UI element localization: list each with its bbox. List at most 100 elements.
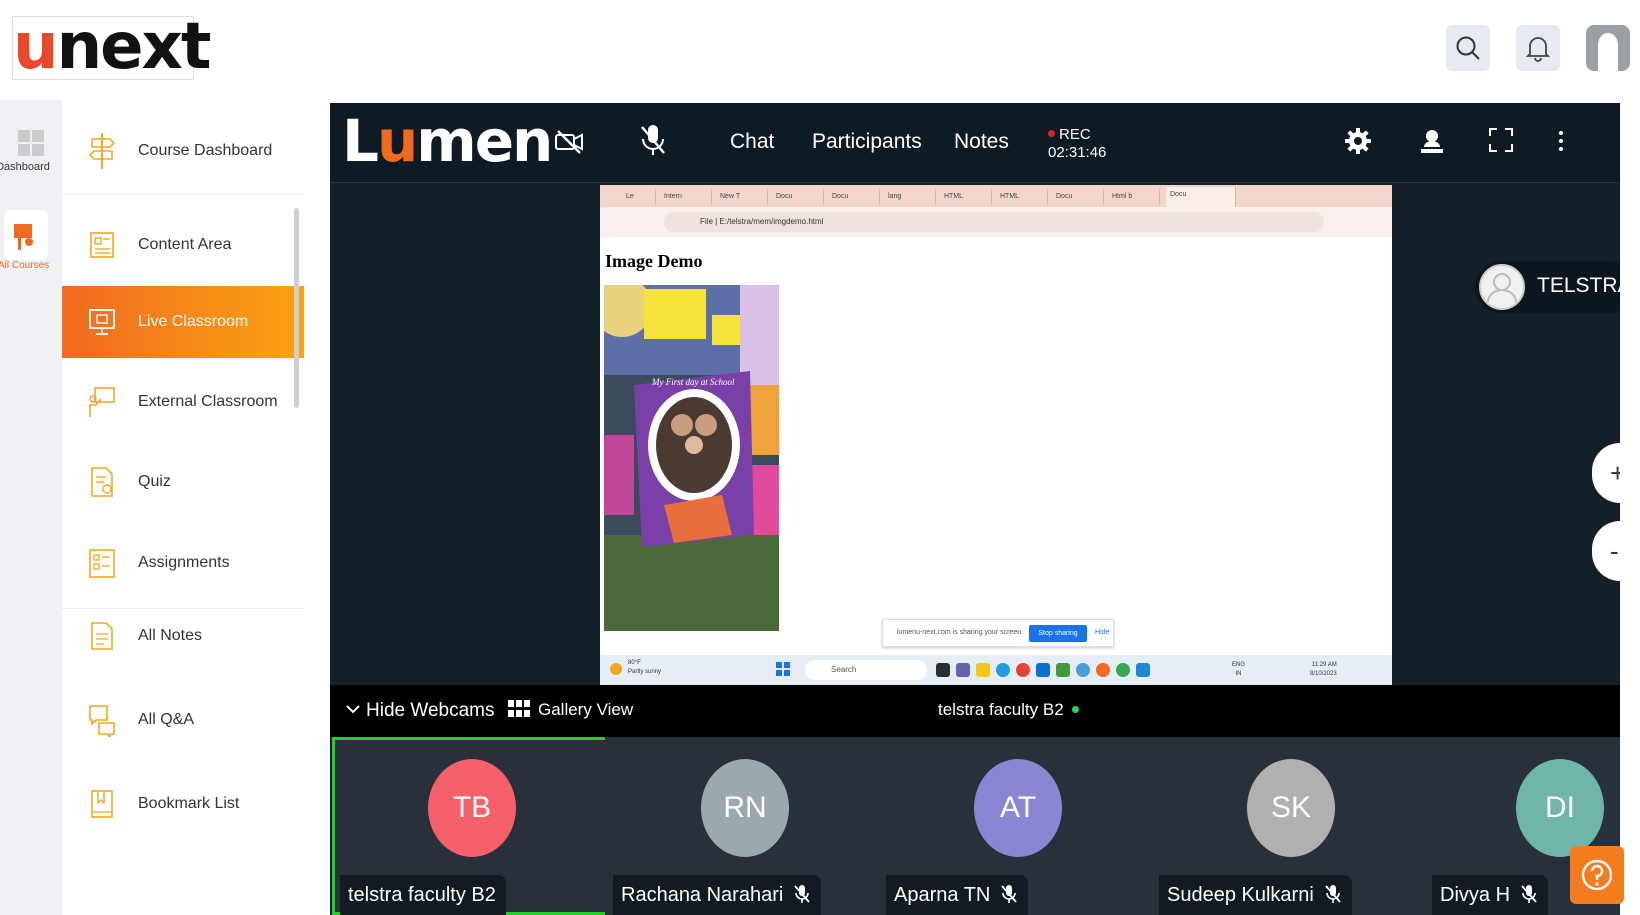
menu-live-classroom[interactable]: Live Classroom: [62, 286, 304, 358]
assignment-icon: [86, 543, 118, 583]
help-icon: [1581, 859, 1613, 891]
recording-indicator: REC 02:31:46: [1048, 126, 1107, 161]
folder-icon: [976, 663, 990, 677]
presenter-button[interactable]: [1418, 127, 1446, 160]
help-button[interactable]: [1570, 846, 1624, 904]
top-bar: unext: [0, 0, 1640, 100]
webcam-tile[interactable]: SK Sudeep Kulkarni: [1151, 737, 1431, 915]
menu-scrollbar[interactable]: [294, 208, 299, 408]
raise-hand-icon: [1421, 130, 1443, 153]
zoom-in-button[interactable]: +: [1592, 443, 1620, 503]
menu-assignments[interactable]: Assignments: [62, 527, 304, 599]
mail-icon: [1036, 663, 1050, 677]
active-speaker-label: telstra faculty B2: [938, 700, 1079, 720]
recording-timer: 02:31:46: [1048, 144, 1107, 161]
fullscreen-icon: [1489, 128, 1513, 152]
webcam-tile[interactable]: AT Aparna TN: [878, 737, 1158, 915]
menu-bookmark-list[interactable]: Bookmark List: [62, 768, 304, 840]
hide-webcams-button[interactable]: Hide Webcams: [346, 700, 494, 722]
camera-toggle-button[interactable]: [554, 127, 584, 162]
webcam-tile[interactable]: RN Rachana Narahari: [605, 737, 885, 915]
menu-content-area[interactable]: Content Area: [62, 209, 304, 281]
mic-muted-icon: [1325, 885, 1341, 903]
participant-name: Rachana Narahari: [621, 884, 784, 906]
quiz-icon: [86, 462, 118, 502]
hide-notice-link[interactable]: Hide: [1095, 620, 1109, 646]
bookmark-icon: [86, 784, 118, 824]
webcam-header: Hide Webcams Gallery View telstra facult…: [330, 685, 1620, 737]
participant-avatar: AT: [974, 759, 1062, 857]
url-field: File | E:/telstra/mem/imgdemo.html: [664, 212, 1324, 232]
rail-dashboard[interactable]: Dashboard: [0, 128, 62, 173]
unext-logo[interactable]: unext: [12, 15, 211, 80]
taskbar-app-icon: [936, 663, 950, 677]
participant-name-tag: Sudeep Kulkarni: [1159, 875, 1352, 915]
menu-external-classroom[interactable]: External Classroom: [62, 366, 304, 438]
screen-share-notice: lumenu-next.com is sharing your screen. …: [882, 619, 1114, 647]
participant-name: telstra faculty B2: [348, 884, 496, 906]
demo-photo: My First day at School: [604, 285, 779, 631]
lumen-logo: Lumen: [342, 107, 553, 175]
windows-start-icon: [776, 662, 790, 676]
user-avatar[interactable]: [1584, 23, 1632, 73]
bell-icon: [1525, 37, 1551, 62]
search-icon: [1456, 36, 1480, 60]
browser-tab: Intern: [660, 189, 712, 205]
meeting-toolbar: Lumen Chat Participants Notes REC 02:31:…: [330, 103, 1620, 183]
browser-tab: HTML: [996, 189, 1048, 205]
windows-taskbar: 80°F Partly sunny Search ENG IN 11:29 AM…: [600, 655, 1392, 685]
browser-tab-strip: Le Intern New T Docu Docu lang HTML HTML…: [600, 185, 1392, 207]
chat-button[interactable]: Chat: [730, 130, 774, 154]
photo-illustration: [604, 285, 779, 631]
chrome-active-icon: [1116, 663, 1130, 677]
more-options-button[interactable]: [1556, 129, 1566, 158]
participant-name-tag: Rachana Narahari: [613, 875, 822, 915]
qa-icon: [86, 700, 118, 740]
left-rail: Dashboard All Courses: [0, 100, 62, 915]
taskbar-search: Search: [805, 660, 927, 680]
fullscreen-button[interactable]: [1488, 127, 1514, 158]
person-icon: [1487, 273, 1517, 303]
app-icon: [1076, 663, 1090, 677]
participant-avatar: RN: [701, 759, 789, 857]
menu-quiz[interactable]: Quiz: [62, 446, 304, 518]
stop-sharing-button[interactable]: Stop sharing: [1029, 625, 1087, 642]
menu-all-notes[interactable]: All Notes: [62, 600, 304, 672]
participant-name: Sudeep Kulkarni: [1167, 884, 1314, 906]
menu-course-dashboard[interactable]: Course Dashboard: [62, 115, 304, 187]
online-status-icon: [1071, 706, 1079, 713]
menu-all-qa[interactable]: All Q&A: [62, 684, 304, 756]
zoom-out-button[interactable]: -: [1592, 521, 1620, 581]
webcam-tile[interactable]: TB telstra faculty B2: [332, 737, 612, 915]
participants-button[interactable]: Participants: [812, 130, 922, 154]
presenter-avatar: [1479, 264, 1525, 310]
weather-widget: 80°F Partly sunny: [610, 659, 661, 677]
participant-name: Divya H: [1440, 884, 1511, 906]
notes-button[interactable]: Notes: [954, 130, 1009, 154]
notes-icon: [86, 616, 118, 656]
search-button[interactable]: [1446, 25, 1490, 71]
participant-name-tag: Divya H: [1432, 875, 1549, 915]
page-heading: Image Demo: [605, 251, 703, 271]
more-vertical-icon: [1559, 131, 1563, 151]
presenter-name: TELSTRA: [1537, 274, 1620, 297]
settings-button[interactable]: [1344, 127, 1372, 160]
browser-tab: Html b: [1108, 189, 1160, 205]
participant-name: Aparna TN: [894, 884, 991, 906]
gear-icon: [1345, 128, 1371, 154]
presenter-pill: TELSTRA: [1475, 261, 1620, 313]
content-icon: [86, 225, 118, 265]
gallery-view-button[interactable]: Gallery View: [508, 700, 633, 720]
mic-toggle-button[interactable]: [638, 123, 668, 162]
app-icon: [1096, 663, 1110, 677]
browser-tab: HTML: [940, 189, 992, 205]
participant-avatar: SK: [1247, 759, 1335, 857]
notifications-button[interactable]: [1516, 25, 1560, 71]
rail-dashboard-label: Dashboard: [0, 161, 50, 173]
mic-off-icon: [641, 125, 665, 155]
browser-tab: Docu: [828, 189, 880, 205]
browser-tab: lang: [884, 189, 936, 205]
shared-screen[interactable]: Le Intern New T Docu Docu lang HTML HTML…: [600, 185, 1392, 685]
browser-address-bar: File | E:/telstra/mem/imgdemo.html: [600, 207, 1392, 237]
sun-icon: [610, 663, 622, 675]
